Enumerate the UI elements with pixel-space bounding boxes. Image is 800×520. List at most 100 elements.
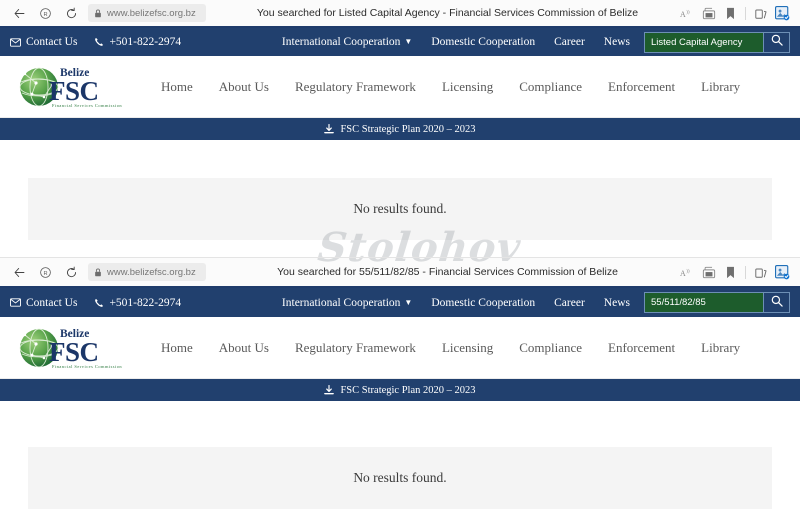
no-results-message: No results found. — [353, 201, 447, 216]
refresh-button[interactable] — [58, 261, 84, 283]
favorites-icon[interactable] — [723, 265, 738, 280]
topbar-link-news[interactable]: News — [604, 36, 630, 48]
profile-icon[interactable] — [775, 5, 790, 21]
collections-icon[interactable] — [753, 6, 768, 21]
site-topbar-2: Contact Us +501-822-2974 International C… — [0, 288, 800, 317]
download-icon — [324, 123, 335, 135]
no-results-panel: No results found. — [28, 447, 772, 509]
site-logo-2[interactable]: Belize FSC Financial Services Commission — [16, 324, 136, 372]
address-bar[interactable]: www.belizefsc.org.bz — [88, 263, 206, 281]
svg-text:R: R — [43, 270, 47, 276]
nav-item-home[interactable]: Home — [161, 340, 193, 356]
site-topbar-1: Contact Us +501-822-2974 International C… — [0, 28, 800, 56]
search-input[interactable]: 55/511/82/85 — [645, 293, 763, 312]
phone-link[interactable]: +501-822-2974 — [94, 297, 181, 309]
strategic-plan-bar-2[interactable]: FSC Strategic Plan 2020 – 2023 — [0, 379, 800, 401]
site-search-2: 55/511/82/85 — [644, 292, 790, 313]
nav-item-about-us[interactable]: About Us — [219, 340, 269, 356]
favorites-icon[interactable] — [723, 6, 738, 21]
svg-text:Financial Services Commission: Financial Services Commission — [52, 364, 122, 369]
refresh-button[interactable] — [58, 2, 84, 24]
nav-item-library[interactable]: Library — [701, 79, 740, 95]
toolbar-divider — [745, 6, 746, 20]
topbar-link-label: Career — [554, 36, 585, 48]
profile-icon[interactable] — [775, 264, 790, 280]
read-aloud-icon[interactable]: A)) — [679, 265, 694, 280]
nav-item-enforcement[interactable]: Enforcement — [608, 340, 675, 356]
url-text: www.belizefsc.org.bz — [107, 266, 196, 278]
search-icon — [771, 294, 783, 312]
topbar-links-1: International Cooperation ▼ Domestic Coo… — [282, 36, 630, 48]
back-button[interactable] — [6, 261, 32, 283]
svg-text:A: A — [680, 10, 686, 19]
strategic-plan-label: FSC Strategic Plan 2020 – 2023 — [340, 123, 476, 135]
nav-item-compliance[interactable]: Compliance — [519, 340, 582, 356]
svg-text:)): )) — [686, 8, 690, 15]
topbar-link-international-cooperation[interactable]: International Cooperation ▼ — [282, 297, 412, 309]
topbar-link-label: International Cooperation — [281, 296, 401, 309]
chevron-down-icon: ▼ — [404, 297, 413, 307]
lock-icon — [94, 9, 102, 18]
tracking-prevention-icon[interactable]: R — [32, 2, 58, 24]
topbar-contact-group-1: Contact Us +501-822-2974 — [10, 36, 181, 48]
nav-item-licensing[interactable]: Licensing — [442, 79, 493, 95]
search-results-1: No results found. — [0, 140, 800, 240]
nav-item-home[interactable]: Home — [161, 79, 193, 95]
topbar-link-label: Domestic Cooperation — [431, 36, 536, 48]
address-bar[interactable]: www.belizefsc.org.bz — [88, 4, 206, 22]
phone-icon — [94, 37, 104, 47]
contact-us-label: Contact Us — [26, 36, 78, 48]
site-header-1: Belize FSC Financial Services Commission… — [0, 56, 800, 118]
phone-label: +501-822-2974 — [109, 36, 182, 48]
wallet-icon[interactable] — [701, 6, 716, 21]
topbar-contact-group-2: Contact Us +501-822-2974 — [10, 297, 181, 309]
topbar-link-label: Career — [554, 296, 585, 309]
phone-icon — [94, 298, 104, 308]
no-results-message: No results found. — [353, 470, 447, 485]
browser-actions-2: A)) — [679, 264, 794, 280]
nav-item-about-us[interactable]: About Us — [219, 79, 269, 95]
site-search-1: Listed Capital Agency — [644, 31, 790, 53]
topbar-links-2: International Cooperation ▼ Domestic Coo… — [282, 297, 630, 309]
topbar-link-international-cooperation[interactable]: International Cooperation ▼ — [282, 36, 412, 48]
url-text: www.belizefsc.org.bz — [107, 7, 196, 19]
strategic-plan-label: FSC Strategic Plan 2020 – 2023 — [340, 384, 476, 396]
page-title-2: You searched for 55/511/82/85 - Financia… — [277, 266, 618, 278]
main-navigation-2: Home About Us Regulatory Framework Licen… — [161, 340, 740, 356]
topbar-link-domestic-cooperation[interactable]: Domestic Cooperation — [431, 36, 535, 48]
lock-icon — [94, 268, 102, 277]
topbar-link-news[interactable]: News — [604, 297, 630, 309]
search-button[interactable] — [763, 32, 789, 52]
collections-icon[interactable] — [753, 265, 768, 280]
back-button[interactable] — [6, 2, 32, 24]
topbar-link-domestic-cooperation[interactable]: Domestic Cooperation — [431, 297, 535, 309]
phone-link[interactable]: +501-822-2974 — [94, 36, 181, 48]
contact-us-link[interactable]: Contact Us — [10, 36, 77, 48]
main-navigation-1: Home About Us Regulatory Framework Licen… — [161, 79, 740, 95]
tracking-prevention-icon[interactable]: R — [32, 261, 58, 283]
topbar-link-career[interactable]: Career — [554, 36, 585, 48]
topbar-link-label: International Cooperation — [281, 36, 401, 48]
window-separator — [0, 257, 800, 258]
nav-item-regulatory-framework[interactable]: Regulatory Framework — [295, 340, 416, 356]
strategic-plan-bar-1[interactable]: FSC Strategic Plan 2020 – 2023 — [0, 118, 800, 140]
chevron-down-icon: ▼ — [404, 37, 413, 46]
contact-us-link[interactable]: Contact Us — [10, 297, 77, 309]
svg-text:Financial Services Commission: Financial Services Commission — [52, 103, 122, 108]
search-icon — [771, 33, 783, 51]
svg-text:R: R — [43, 11, 47, 17]
nav-item-compliance[interactable]: Compliance — [519, 79, 582, 95]
browser-window-2: R www.belizefsc.org.bz You searched for … — [0, 258, 800, 520]
nav-item-regulatory-framework[interactable]: Regulatory Framework — [295, 79, 416, 95]
nav-item-licensing[interactable]: Licensing — [442, 340, 493, 356]
nav-item-enforcement[interactable]: Enforcement — [608, 79, 675, 95]
svg-text:A: A — [680, 269, 686, 278]
site-logo-1[interactable]: Belize FSC Financial Services Commission — [16, 63, 136, 111]
search-input[interactable]: Listed Capital Agency — [645, 32, 763, 52]
browser-toolbar-2: R www.belizefsc.org.bz You searched for … — [0, 258, 800, 286]
topbar-link-career[interactable]: Career — [554, 297, 585, 309]
read-aloud-icon[interactable]: A)) — [679, 6, 694, 21]
nav-item-library[interactable]: Library — [701, 340, 740, 356]
search-button[interactable] — [763, 293, 789, 312]
wallet-icon[interactable] — [701, 265, 716, 280]
